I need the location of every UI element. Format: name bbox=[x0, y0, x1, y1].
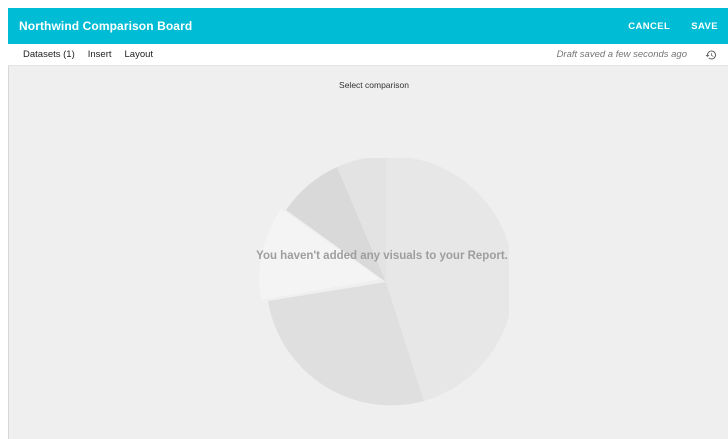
draft-status: Draft saved a few seconds ago bbox=[556, 49, 687, 60]
save-button[interactable]: SAVE bbox=[691, 21, 718, 32]
menu-layout[interactable]: Layout bbox=[125, 49, 154, 60]
menu-insert[interactable]: Insert bbox=[88, 49, 112, 60]
history-icon-graphic bbox=[705, 50, 716, 59]
app-header: Northwind Comparison Board CANCEL SAVE bbox=[8, 8, 728, 44]
select-comparison-link[interactable]: Select comparison bbox=[9, 80, 728, 90]
report-editor: Northwind Comparison Board CANCEL SAVE D… bbox=[0, 0, 728, 439]
report-title: Northwind Comparison Board bbox=[19, 19, 193, 33]
left-edge bbox=[0, 0, 8, 439]
cancel-button[interactable]: CANCEL bbox=[628, 21, 670, 32]
report-canvas: Select comparison You haven't added any … bbox=[8, 66, 728, 439]
menu-datasets[interactable]: Datasets (1) bbox=[23, 49, 75, 60]
history-icon[interactable] bbox=[705, 49, 717, 61]
toolbar: Datasets (1) Insert Layout Draft saved a… bbox=[8, 44, 728, 66]
empty-state-message: You haven't added any visuals to your Re… bbox=[256, 250, 508, 262]
pie-chart-placeholder-icon bbox=[259, 158, 509, 406]
